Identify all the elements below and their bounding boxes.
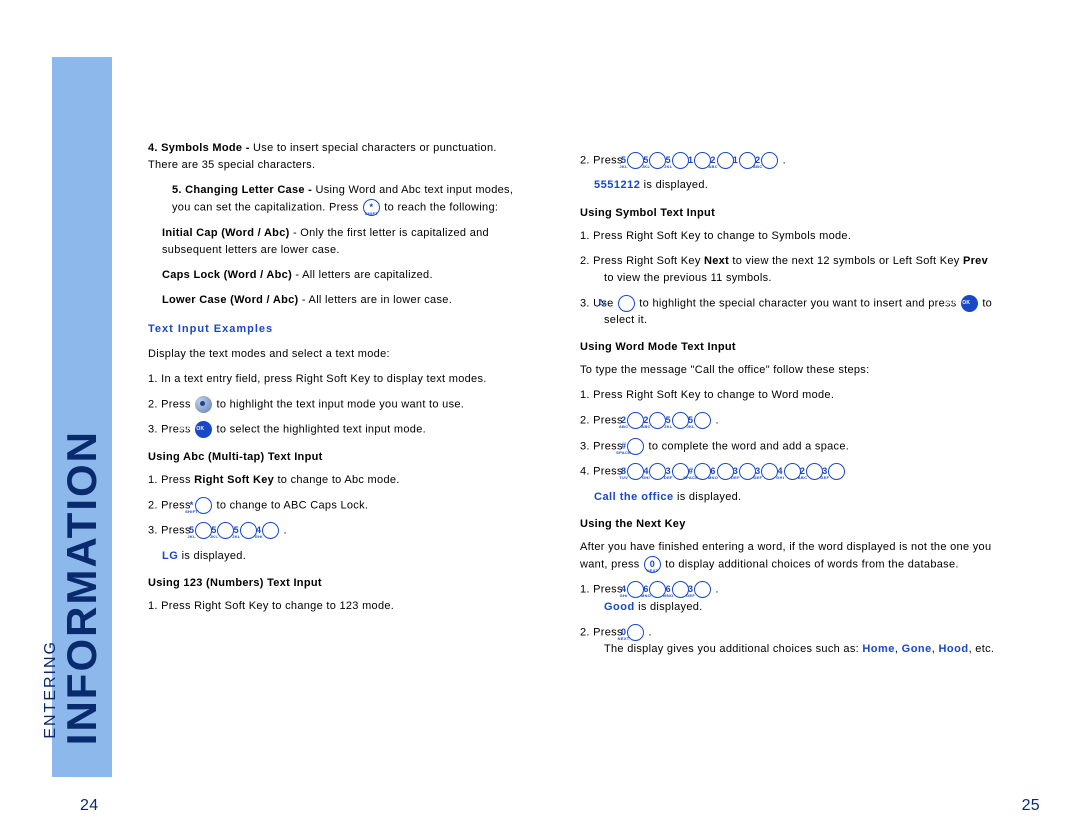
sidebar-section-big: INFORMATION (58, 430, 106, 745)
key-5-icon: 5JKL (672, 152, 689, 169)
key-star-shift-icon: *SHIFT (195, 497, 212, 514)
menu-ok-icon: MENU OK (961, 295, 978, 312)
caps-lock-desc: Caps Lock (Word / Abc) - All letters are… (148, 267, 516, 284)
next-step-1: 1. Press 4GHI 6MNO 6MNO 3DEF . Good is d… (580, 581, 1000, 616)
p-display-modes: Display the text modes and select a text… (148, 346, 516, 363)
next-step-2: 2. Press 0NEXT . The display gives you a… (580, 624, 1000, 659)
step-2-highlight: 2. Press to highlight the text input mod… (148, 396, 516, 413)
word-result: Call the office is displayed. (580, 489, 1000, 506)
symbols-mode-desc: 4. Symbols Mode - Use to insert special … (148, 140, 516, 174)
initial-cap-desc: Initial Cap (Word / Abc) - Only the firs… (148, 225, 516, 259)
heading-123-input: Using 123 (Numbers) Text Input (148, 575, 516, 592)
abc-step-2: 2. Press *SHIFT to change to ABC Caps Lo… (148, 497, 516, 514)
symbol-step-2: 2. Press Right Soft Key Next to view the… (580, 253, 1000, 287)
left-column: 4. Symbols Mode - Use to insert special … (148, 140, 516, 623)
numbers-step-2: 2. Press 5JKL 5JKL 5JKL 1 2ABC 1 2ABC . (580, 152, 1000, 169)
key-0-next-icon: 0NEXT (627, 624, 644, 641)
word-step-4: 4. Press 8TUV 4GHI 3DEF #SPACE 6MNO 3DEF… (580, 463, 1000, 480)
page-number-left: 24 (80, 797, 98, 815)
key-star-shift-icon: *SHIFT (363, 199, 380, 216)
heading-text-input-examples: Text Input Examples (148, 321, 516, 338)
symbol-step-1: 1. Press Right Soft Key to change to Sym… (580, 228, 1000, 245)
key-0-next-icon: 0NEXT (644, 556, 661, 573)
key-2-icon: 2ABC (717, 152, 734, 169)
abc-step-3: 3. Press 5JKL 5JKL 5JKL 4GHI . (148, 522, 516, 539)
key-4-icon: 4GHI (262, 522, 279, 539)
nav-ring-icon (195, 396, 212, 413)
changing-letter-case: 5. Changing Letter Case - Using Word and… (148, 182, 516, 217)
key-5-icon: 5JKL (694, 412, 711, 429)
numbers-step-1: 1. Press Right Soft Key to change to 123… (148, 598, 516, 615)
word-step-2: 2. Press 2ABC 2ABC 5JKL 5JKL . (580, 412, 1000, 429)
page-number-right: 25 (1022, 797, 1040, 815)
sidebar: ENTERING INFORMATION (52, 57, 112, 777)
key-hash-space-icon: #SPACE (627, 438, 644, 455)
abc-result: LG is displayed. (148, 548, 516, 565)
key-3-icon: 3DEF (828, 463, 845, 480)
menu-ok-icon: MENU OK (195, 421, 212, 438)
key-3-icon: 3DEF (694, 581, 711, 598)
abc-step-1: 1. Press Right Soft Key to change to Abc… (148, 472, 516, 489)
step-3-select: 3. Press MENU OK to select the highlight… (148, 421, 516, 438)
heading-next-key: Using the Next Key (580, 516, 1000, 533)
step-1-text-entry: 1. In a text entry field, press Right So… (148, 371, 516, 388)
right-column: 2. Press 5JKL 5JKL 5JKL 1 2ABC 1 2ABC . … (580, 152, 1000, 666)
symbol-step-3: 3. Use to highlight the special characte… (580, 295, 1000, 330)
word-intro: To type the message "Call the office" fo… (580, 362, 1000, 379)
numbers-result: 5551212 is displayed. (580, 177, 1000, 194)
heading-word-mode: Using Word Mode Text Input (580, 339, 1000, 356)
word-step-1: 1. Press Right Soft Key to change to Wor… (580, 387, 1000, 404)
lower-case-desc: Lower Case (Word / Abc) - All letters ar… (148, 292, 516, 309)
next-key-intro: After you have finished entering a word,… (580, 539, 1000, 574)
nav-arrow-icon (618, 295, 635, 312)
word-step-3: 3. Press #SPACE to complete the word and… (580, 438, 1000, 455)
key-2-icon: 2ABC (761, 152, 778, 169)
heading-abc-multitap: Using Abc (Multi-tap) Text Input (148, 449, 516, 466)
heading-symbol-input: Using Symbol Text Input (580, 205, 1000, 222)
